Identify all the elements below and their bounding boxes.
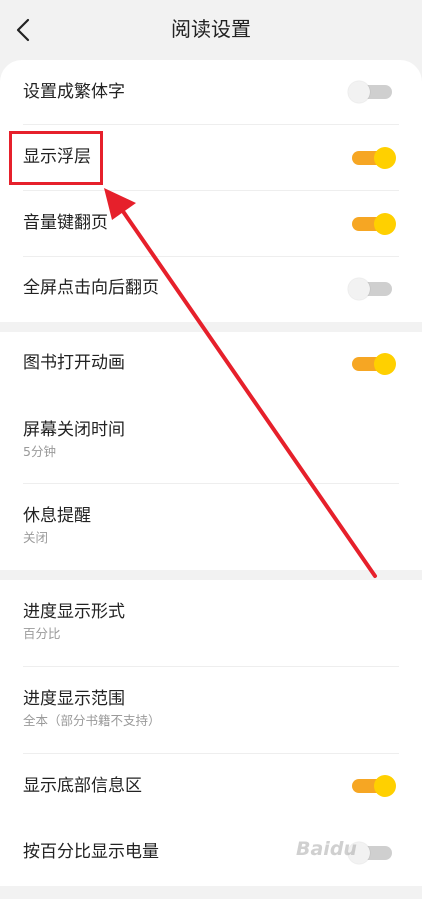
toggle-knob bbox=[374, 775, 396, 797]
setting-value: 全本（部分书籍不支持） bbox=[23, 713, 161, 728]
setting-label: 进度显示范围 bbox=[23, 689, 125, 709]
setting-progress-range[interactable]: 进度显示范围 全本（部分书籍不支持） bbox=[0, 667, 422, 753]
setting-value: 关闭 bbox=[23, 530, 49, 545]
setting-label: 全屏点击向后翻页 bbox=[23, 278, 159, 298]
setting-label: 设置成繁体字 bbox=[23, 82, 125, 102]
watermark-logo: Baidu bbox=[296, 838, 357, 860]
toggle-knob bbox=[374, 353, 396, 375]
toggle-switch[interactable] bbox=[352, 775, 396, 797]
setting-progress-format[interactable]: 进度显示形式 百分比 bbox=[0, 580, 422, 666]
toggle-switch[interactable] bbox=[352, 147, 396, 169]
setting-rest-reminder[interactable]: 休息提醒 关闭 bbox=[0, 484, 422, 570]
setting-label: 显示底部信息区 bbox=[23, 776, 142, 796]
toggle-knob bbox=[348, 81, 370, 103]
setting-label: 图书打开动画 bbox=[23, 353, 125, 373]
setting-label: 屏幕关闭时间 bbox=[23, 420, 125, 440]
setting-label: 进度显示形式 bbox=[23, 602, 125, 622]
setting-screen-timeout[interactable]: 屏幕关闭时间 5分钟 bbox=[0, 396, 422, 483]
setting-bottom-info-area[interactable]: 显示底部信息区 bbox=[0, 754, 422, 819]
setting-battery-percent[interactable]: 按百分比显示电量 bbox=[0, 819, 422, 886]
header: 阅读设置 bbox=[0, 0, 422, 60]
setting-label: 按百分比显示电量 bbox=[23, 842, 159, 862]
setting-fullscreen-tap-next[interactable]: 全屏点击向后翻页 bbox=[0, 257, 422, 322]
setting-book-open-animation[interactable]: 图书打开动画 bbox=[0, 332, 422, 396]
setting-label: 休息提醒 bbox=[23, 506, 91, 526]
setting-label: 音量键翻页 bbox=[23, 213, 108, 233]
toggle-switch[interactable] bbox=[352, 353, 396, 375]
toggle-knob bbox=[348, 278, 370, 300]
toggle-knob bbox=[374, 213, 396, 235]
setting-volume-key-page-turn[interactable]: 音量键翻页 bbox=[0, 191, 422, 256]
setting-value: 5分钟 bbox=[23, 444, 56, 459]
toggle-switch[interactable] bbox=[348, 842, 392, 864]
setting-traditional-chinese[interactable]: 设置成繁体字 bbox=[0, 60, 422, 124]
page-title: 阅读设置 bbox=[171, 17, 251, 41]
toggle-switch[interactable] bbox=[348, 278, 392, 300]
settings-group-1: 设置成繁体字 显示浮层 音量键翻页 全屏点击向后翻页 bbox=[0, 60, 422, 322]
annotation-highlight-box bbox=[9, 131, 103, 185]
settings-group-3: 进度显示形式 百分比 进度显示范围 全本（部分书籍不支持） 显示底部信息区 按百… bbox=[0, 580, 422, 886]
settings-group-2: 图书打开动画 屏幕关闭时间 5分钟 休息提醒 关闭 bbox=[0, 332, 422, 570]
toggle-switch[interactable] bbox=[352, 213, 396, 235]
toggle-knob bbox=[374, 147, 396, 169]
toggle-switch[interactable] bbox=[348, 81, 392, 103]
setting-value: 百分比 bbox=[23, 626, 61, 641]
